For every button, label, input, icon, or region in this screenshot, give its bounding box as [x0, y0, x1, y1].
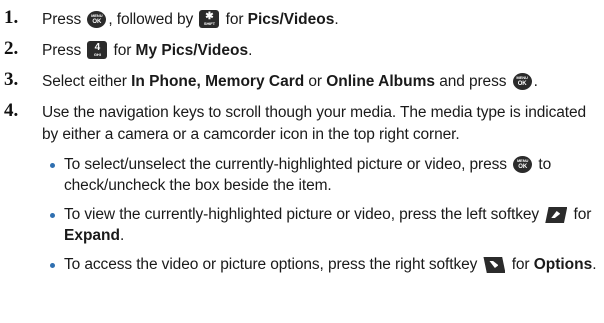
step-number: 3.	[4, 69, 19, 90]
menu-ok-key-icon	[87, 11, 107, 28]
star-key-icon: ✱ SHIFT	[199, 10, 220, 28]
bullet-icon	[50, 263, 55, 268]
step-text: Use the navigation keys to scroll though…	[42, 104, 586, 143]
bullet-text: To view the currently-highlighted pictur…	[64, 206, 592, 244]
menu-ok-key-icon	[512, 73, 532, 90]
step-number: 1.	[4, 7, 19, 28]
step-number: 2.	[4, 38, 19, 59]
bullet-icon	[50, 213, 55, 218]
right-softkey-icon	[483, 257, 506, 273]
four-key-icon: 4 GHI	[87, 41, 108, 59]
step-text: Select either In Phone, Memory Card or O…	[42, 71, 598, 93]
bullet-text: To select/unselect the currently-highlig…	[64, 154, 600, 196]
step-text: Press , followed by ✱SHIFT for Pics/Vide…	[42, 9, 598, 31]
step-text: Press 4 GHI for My Pics/Videos.	[42, 41, 253, 59]
left-softkey-icon	[545, 207, 568, 223]
step-number: 4.	[4, 100, 19, 121]
bullet-text: To access the video or picture options, …	[64, 256, 597, 273]
instruction-document: 1. Press , followed by ✱SHIFT for Pics/V…	[0, 0, 604, 323]
menu-ok-key-icon	[513, 156, 533, 173]
bullet-icon	[50, 163, 55, 168]
